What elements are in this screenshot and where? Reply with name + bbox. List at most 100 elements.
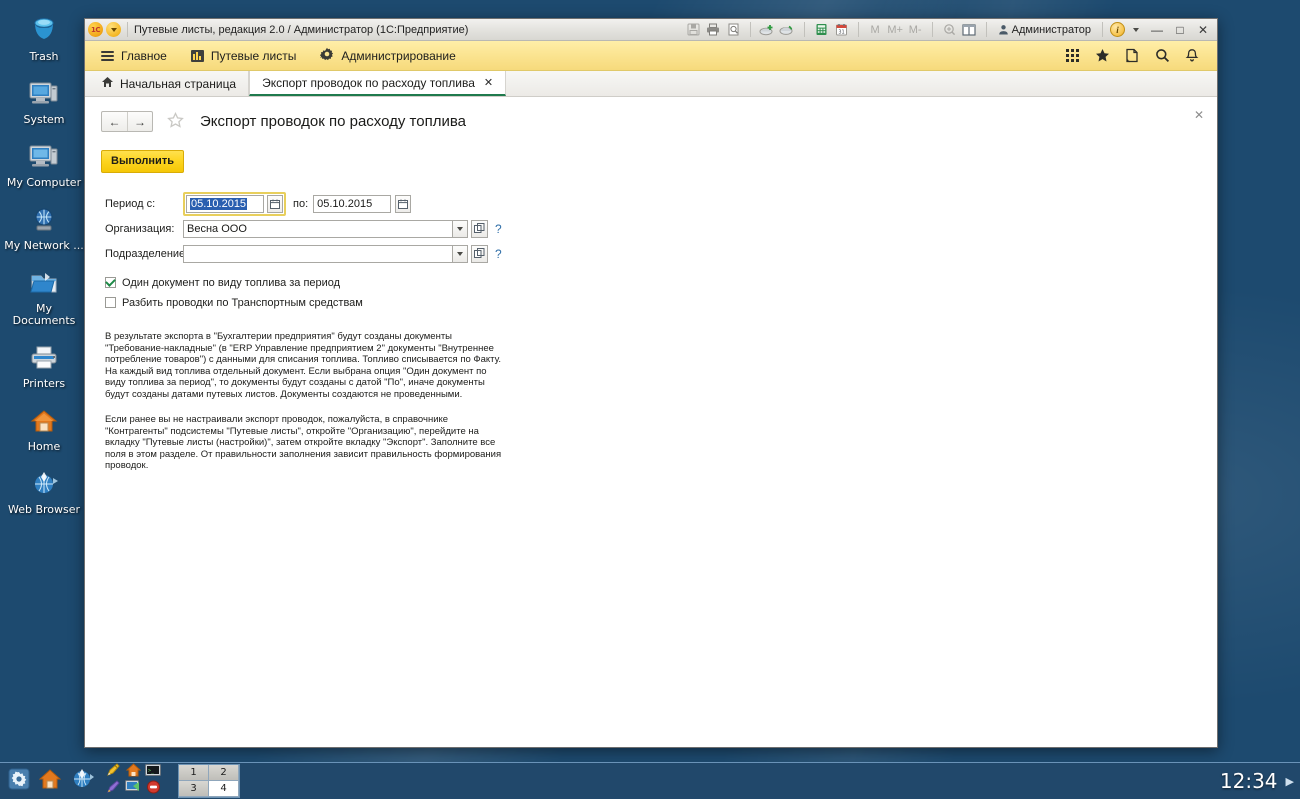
info-dropdown-arrow-icon[interactable] [1126,21,1145,39]
workspace-4[interactable]: 4 [209,781,239,797]
tab-strip: Начальная страница Экспорт проводок по р… [85,71,1217,97]
desktop-icon-system[interactable]: System [0,77,88,126]
minimize-button[interactable]: — [1146,21,1168,39]
menu-item-glavnoe[interactable]: Главное [93,41,179,71]
period-to-value: 05.10.2015 [317,197,373,210]
desktop-icon-label: Home [27,440,61,453]
tab-close-icon[interactable]: ✕ [484,76,493,89]
organization-label: Организация: [105,222,175,235]
user-icon [998,25,1008,35]
memory-m-button[interactable]: M [866,21,885,39]
printer-icon [0,341,88,375]
desktop-icon-home[interactable]: Home [0,404,88,453]
desktop-icon-label: My Documents [12,302,76,327]
apps-grid-icon[interactable] [1059,43,1085,69]
quicklaunch-display-icon[interactable] [125,780,141,799]
star-outline-icon[interactable] [167,111,184,132]
home-house-icon [0,404,88,438]
print-icon[interactable] [704,21,723,39]
division-help-link[interactable]: ? [495,247,502,261]
desktop-icon-my-computer[interactable]: My Computer [0,140,88,189]
organization-input[interactable]: Весна ООО [183,219,453,238]
history-page-icon[interactable] [1119,43,1145,69]
documents-folder-icon [0,266,88,300]
network-globe-icon [0,203,88,237]
svg-text:>_: >_ [148,768,155,774]
bell-notifications-icon[interactable] [1179,43,1205,69]
trash-bin-icon [0,14,88,48]
checkbox-one-doc-per-fuel-type[interactable] [105,277,116,288]
quicklaunch-terminal-icon[interactable]: >_ [145,763,161,782]
burger-menu-icon [101,50,114,61]
current-user[interactable]: Администратор [994,24,1095,36]
back-button[interactable]: ← [102,112,127,131]
desktop-icon-trash[interactable]: Trash [0,14,88,63]
info-icon[interactable]: i [1110,22,1125,37]
tab-export-fuel-entries[interactable]: Экспорт проводок по расходу топлива ✕ [249,71,507,96]
period-to-input[interactable]: 05.10.2015 [313,194,392,213]
quicklaunch-paint-icon[interactable] [106,780,121,799]
save-icon[interactable] [684,21,703,39]
print-preview-icon[interactable] [724,21,743,39]
clock[interactable]: 12:34 [1220,769,1278,793]
form-close-icon[interactable]: ✕ [1191,107,1207,123]
calendar-icon[interactable]: 31 [832,21,851,39]
calculator-icon[interactable] [812,21,831,39]
menu-item-putevye-listy[interactable]: Путевые листы [179,41,309,71]
period-from-input[interactable]: 05.10.2015 [186,194,264,213]
period-label: Период с: [105,197,156,210]
workspace-switcher: 1 2 3 4 [178,764,240,798]
desktop-icon-printers[interactable]: Printers [0,341,88,390]
menu-item-label: Путевые листы [210,48,297,63]
taskbar: >_ 1 2 3 4 12:34 ▶ [0,762,1300,799]
launcher-web-browser-icon[interactable] [70,768,94,795]
taskbar-quicklaunch: >_ [104,763,162,799]
launcher-home-icon[interactable] [38,768,62,795]
desktop-icon-my-network[interactable]: My Network ... [0,203,88,252]
desktop-icon-web-browser[interactable]: Web Browser [0,467,88,516]
search-icon[interactable] [1149,43,1175,69]
tab-home-page[interactable]: Начальная страница [89,71,250,96]
division-open-button[interactable] [471,244,488,263]
memory-m-minus-button[interactable]: M- [906,21,925,39]
svg-text:31: 31 [838,29,844,35]
organization-help-link[interactable]: ? [495,222,502,236]
workspace-1[interactable]: 1 [179,765,209,781]
checkbox-label: Разбить проводки по Транспортным средств… [122,296,363,309]
zoom-in-icon[interactable] [940,21,959,39]
home-icon [101,76,114,91]
note-paragraph-1: В результате экспорта в "Бухгалтерии пре… [105,331,502,400]
taskbar-launchers [0,768,94,795]
checkbox-split-by-vehicle[interactable] [105,297,116,308]
organization-open-button[interactable] [471,219,488,238]
main-menubar: Главное Путевые листы Администрирование [85,41,1217,71]
workspace-3[interactable]: 3 [179,781,209,797]
star-favorites-icon[interactable] [1089,43,1115,69]
quicklaunch-record-icon[interactable] [146,780,161,799]
execute-button[interactable]: Выполнить [101,150,184,173]
favorites-cloud-icon[interactable] [778,21,797,39]
period-from-calendar-icon[interactable] [267,194,283,213]
desktop-icon-my-documents[interactable]: My Documents [0,266,88,327]
tray-expand-arrow-icon[interactable]: ▶ [1286,775,1294,788]
division-dropdown-button[interactable] [453,244,468,263]
add-favorite-cloud-icon[interactable] [758,21,777,39]
waybill-doc-icon [190,49,204,62]
organization-dropdown-button[interactable] [453,219,468,238]
launcher-settings-icon[interactable] [8,768,30,795]
division-input[interactable] [183,244,453,263]
memory-m-plus-button[interactable]: M+ [886,21,905,39]
close-button[interactable]: ✕ [1192,21,1214,39]
forward-button[interactable]: → [127,112,152,131]
organization-value: Весна ООО [187,222,247,235]
checkbox-row-one-doc-per-fuel-type[interactable]: Один документ по виду топлива за период [105,274,1203,291]
maximize-button[interactable]: □ [1169,21,1191,39]
split-view-icon[interactable] [960,21,979,39]
menu-item-label: Администрирование [341,48,456,63]
desktop-icon-column: Trash System My Computer My Network ... … [0,14,88,530]
checkbox-row-split-by-vehicle[interactable]: Разбить проводки по Транспортным средств… [105,294,1203,311]
period-to-calendar-icon[interactable] [395,194,412,213]
workspace-2[interactable]: 2 [209,765,239,781]
main-menu-dropdown-button[interactable] [106,22,121,37]
menu-item-administrirovanie[interactable]: Администрирование [308,41,467,71]
